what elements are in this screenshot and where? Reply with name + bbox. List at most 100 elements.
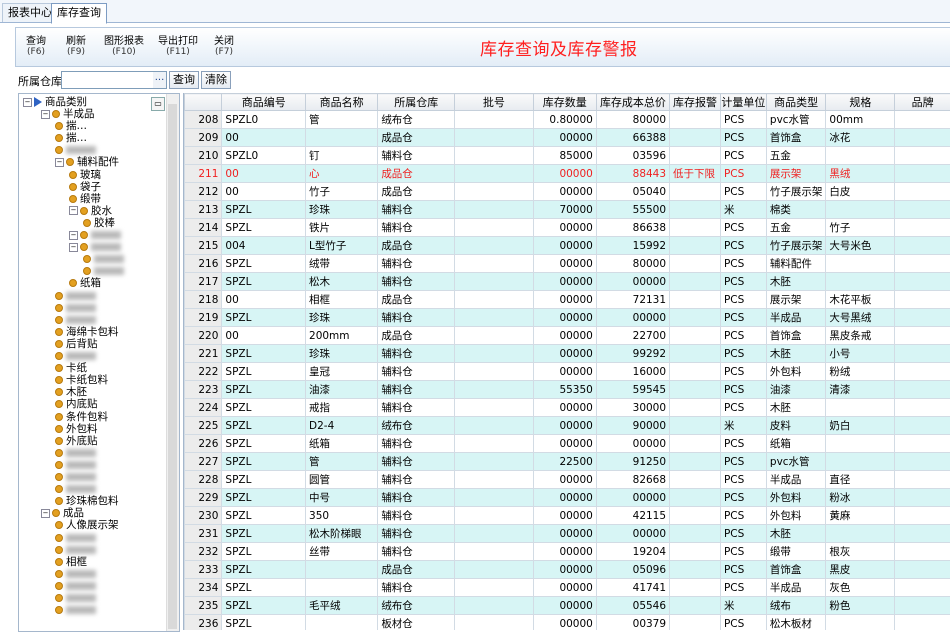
column-header[interactable]: 批号 — [455, 94, 533, 111]
column-header[interactable]: 库存报警 — [670, 94, 721, 111]
tree-item[interactable] — [55, 350, 96, 362]
tree-item[interactable]: 海绵卡包料 — [55, 326, 119, 338]
warehouse-input[interactable] — [61, 71, 155, 89]
tree-item[interactable] — [83, 253, 124, 265]
table-row[interactable]: 214SPZL铁片辅料仓0000086638PCS五金竹子 — [185, 219, 950, 237]
table-row[interactable]: 233SPZL成品仓0000005096PCS首饰盒黑皮 — [185, 561, 950, 579]
collapse-icon[interactable]: − — [23, 98, 32, 107]
table-row[interactable]: 208SPZL0管绒布仓0.8000080000PCSpvc水管00mm — [185, 111, 950, 129]
table-row[interactable]: 210SPZL0钉辅料仓8500003596PCS五金 — [185, 147, 950, 165]
tree-item[interactable]: 胶棒 — [83, 217, 115, 229]
table-row[interactable]: 216SPZL绒带辅料仓0000080000PCS辅料配件 — [185, 255, 950, 273]
tree-item[interactable]: −成品 — [41, 507, 84, 519]
tree-item[interactable]: 缎带 — [69, 193, 101, 205]
table-row[interactable]: 224SPZL戒指辅料仓0000030000PCS木胚 — [185, 399, 950, 417]
table-row[interactable]: 227SPZL管辅料仓2250091250PCSpvc水管 — [185, 453, 950, 471]
table-row[interactable]: 22000200mm成品仓0000022700PCS首饰盒黑皮条戒 — [185, 327, 950, 345]
column-header[interactable]: 品牌 — [895, 94, 950, 111]
collapse-icon[interactable]: − — [55, 158, 64, 167]
tree-item[interactable]: 木胚 — [55, 386, 87, 398]
table-row[interactable]: 232SPZL丝带辅料仓0000019204PCS缎带根灰 — [185, 543, 950, 561]
column-header[interactable]: 计量单位 — [720, 94, 766, 111]
tree-item[interactable] — [55, 532, 96, 544]
tree-item[interactable] — [55, 314, 96, 326]
column-header[interactable]: 商品类型 — [766, 94, 826, 111]
table-row[interactable]: 213SPZL珍珠辅料仓7000055500米棉类 — [185, 201, 950, 219]
collapse-icon[interactable]: − — [41, 110, 50, 119]
table-row[interactable]: 228SPZL圆管辅料仓0000082668PCS半成品直径 — [185, 471, 950, 489]
tree-root[interactable]: −商品类别 — [23, 96, 87, 108]
tree-item[interactable]: 内底贴 — [55, 398, 98, 410]
tree-item[interactable] — [55, 604, 96, 616]
table-row[interactable]: 21100心成品仓0000088443低于下限PCS展示架黑绒 — [185, 165, 950, 183]
tree-item[interactable]: 揣… — [55, 120, 87, 132]
tree-item[interactable]: −胶水 — [69, 205, 112, 217]
tree-item[interactable]: −辅料配件 — [55, 156, 119, 168]
tree-item[interactable]: 揣… — [55, 132, 87, 144]
column-header[interactable]: 库存数量 — [533, 94, 596, 111]
tree-item[interactable]: 玻璃 — [69, 169, 101, 181]
tree-item[interactable]: 袋子 — [69, 181, 101, 193]
tree-item[interactable] — [55, 447, 96, 459]
tree-item[interactable] — [55, 592, 96, 604]
tree-item[interactable]: 人像展示架 — [55, 519, 119, 531]
tree-item[interactable] — [55, 290, 96, 302]
warehouse-picker-button[interactable]: ... — [153, 71, 167, 89]
column-header[interactable]: 规格 — [826, 94, 895, 111]
filter-clear-button[interactable]: 清除 — [201, 71, 231, 89]
export-print-button[interactable]: 导出打印 (F11) — [158, 36, 198, 58]
table-row[interactable]: 226SPZL纸箱辅料仓0000000000PCS纸箱 — [185, 435, 950, 453]
tree-scrollbar[interactable] — [166, 94, 179, 631]
column-header[interactable]: 库存成本总价 — [596, 94, 669, 111]
tree-item[interactable]: 卡纸 — [55, 362, 87, 374]
filter-query-button[interactable]: 查询 — [169, 71, 199, 89]
table-row[interactable]: 217SPZL松木辅料仓0000000000PCS木胚 — [185, 273, 950, 291]
tab-inventory-query[interactable]: 库存查询 — [51, 3, 107, 24]
column-header[interactable]: 所属仓库 — [378, 94, 455, 111]
table-row[interactable]: 219SPZL珍珠辅料仓0000000000PCS半成品大号黑绒 — [185, 309, 950, 327]
tree-item[interactable] — [55, 302, 96, 314]
table-row[interactable]: 225SPZLD2-4绒布仓0000090000米皮料奶白 — [185, 417, 950, 435]
collapse-all-icon[interactable]: ▭ — [151, 97, 165, 111]
table-row[interactable]: 236SPZL板材仓0000000379PCS松木板材 — [185, 615, 950, 631]
tree-item[interactable]: 外包料 — [55, 423, 98, 435]
tab-report-center[interactable]: 报表中心 — [2, 3, 58, 22]
collapse-icon[interactable]: − — [69, 243, 78, 252]
collapse-icon[interactable]: − — [69, 206, 78, 215]
tree-item[interactable]: − — [69, 229, 121, 241]
table-row[interactable]: 235SPZL毛平绒绒布仓0000005546米绒布粉色 — [185, 597, 950, 615]
tree-item[interactable]: − — [69, 241, 121, 253]
refresh-button[interactable]: 刷新 (F9) — [66, 36, 86, 58]
tree-item[interactable] — [55, 471, 96, 483]
table-row[interactable]: 20900成品仓0000066388PCS首饰盒冰花 — [185, 129, 950, 147]
column-header[interactable]: 商品名称 — [306, 94, 378, 111]
table-row[interactable]: 221SPZL珍珠辅料仓0000099292PCS木胚小号 — [185, 345, 950, 363]
table-row[interactable]: 223SPZL油漆辅料仓5535059545PCS油漆清漆 — [185, 381, 950, 399]
tree-item[interactable]: 纸箱 — [69, 277, 101, 289]
tree-item[interactable] — [55, 568, 96, 580]
table-row[interactable]: 231SPZL松木阶梯眼辅料仓0000000000PCS木胚 — [185, 525, 950, 543]
table-row[interactable]: 230SPZL350辅料仓0000042115PCS外包料黄麻 — [185, 507, 950, 525]
table-row[interactable]: 234SPZL辅料仓0000041741PCS半成品灰色 — [185, 579, 950, 597]
close-button[interactable]: 关闭 (F7) — [214, 36, 234, 58]
collapse-icon[interactable]: − — [69, 231, 78, 240]
table-row[interactable]: 21800相框成品仓0000072131PCS展示架木花平板 — [185, 291, 950, 309]
tree-item[interactable]: 条件包料 — [55, 411, 108, 423]
collapse-icon[interactable]: − — [41, 509, 50, 518]
chart-report-button[interactable]: 图形报表 (F10) — [104, 36, 144, 58]
tree-item[interactable]: 相框 — [55, 556, 87, 568]
tree-scrollbar-thumb[interactable] — [168, 104, 177, 629]
tree-item[interactable]: −半成品 — [41, 108, 95, 120]
tree-item[interactable] — [55, 544, 96, 556]
tree-item[interactable]: 珍珠棉包料 — [55, 495, 119, 507]
column-header[interactable]: 商品编号 — [222, 94, 306, 111]
column-header[interactable] — [185, 94, 222, 111]
tree-item[interactable]: 后背贴 — [55, 338, 98, 350]
tree-item[interactable] — [55, 483, 96, 495]
tree-item[interactable] — [83, 265, 124, 277]
tree-item[interactable] — [55, 144, 96, 156]
table-row[interactable]: 229SPZL中号辅料仓0000000000PCS外包料粉冰 — [185, 489, 950, 507]
table-row[interactable]: 222SPZL皇冠辅料仓0000016000PCS外包料粉绒 — [185, 363, 950, 381]
tree-item[interactable]: 外底贴 — [55, 435, 98, 447]
tree-item[interactable]: 卡纸包料 — [55, 374, 108, 386]
